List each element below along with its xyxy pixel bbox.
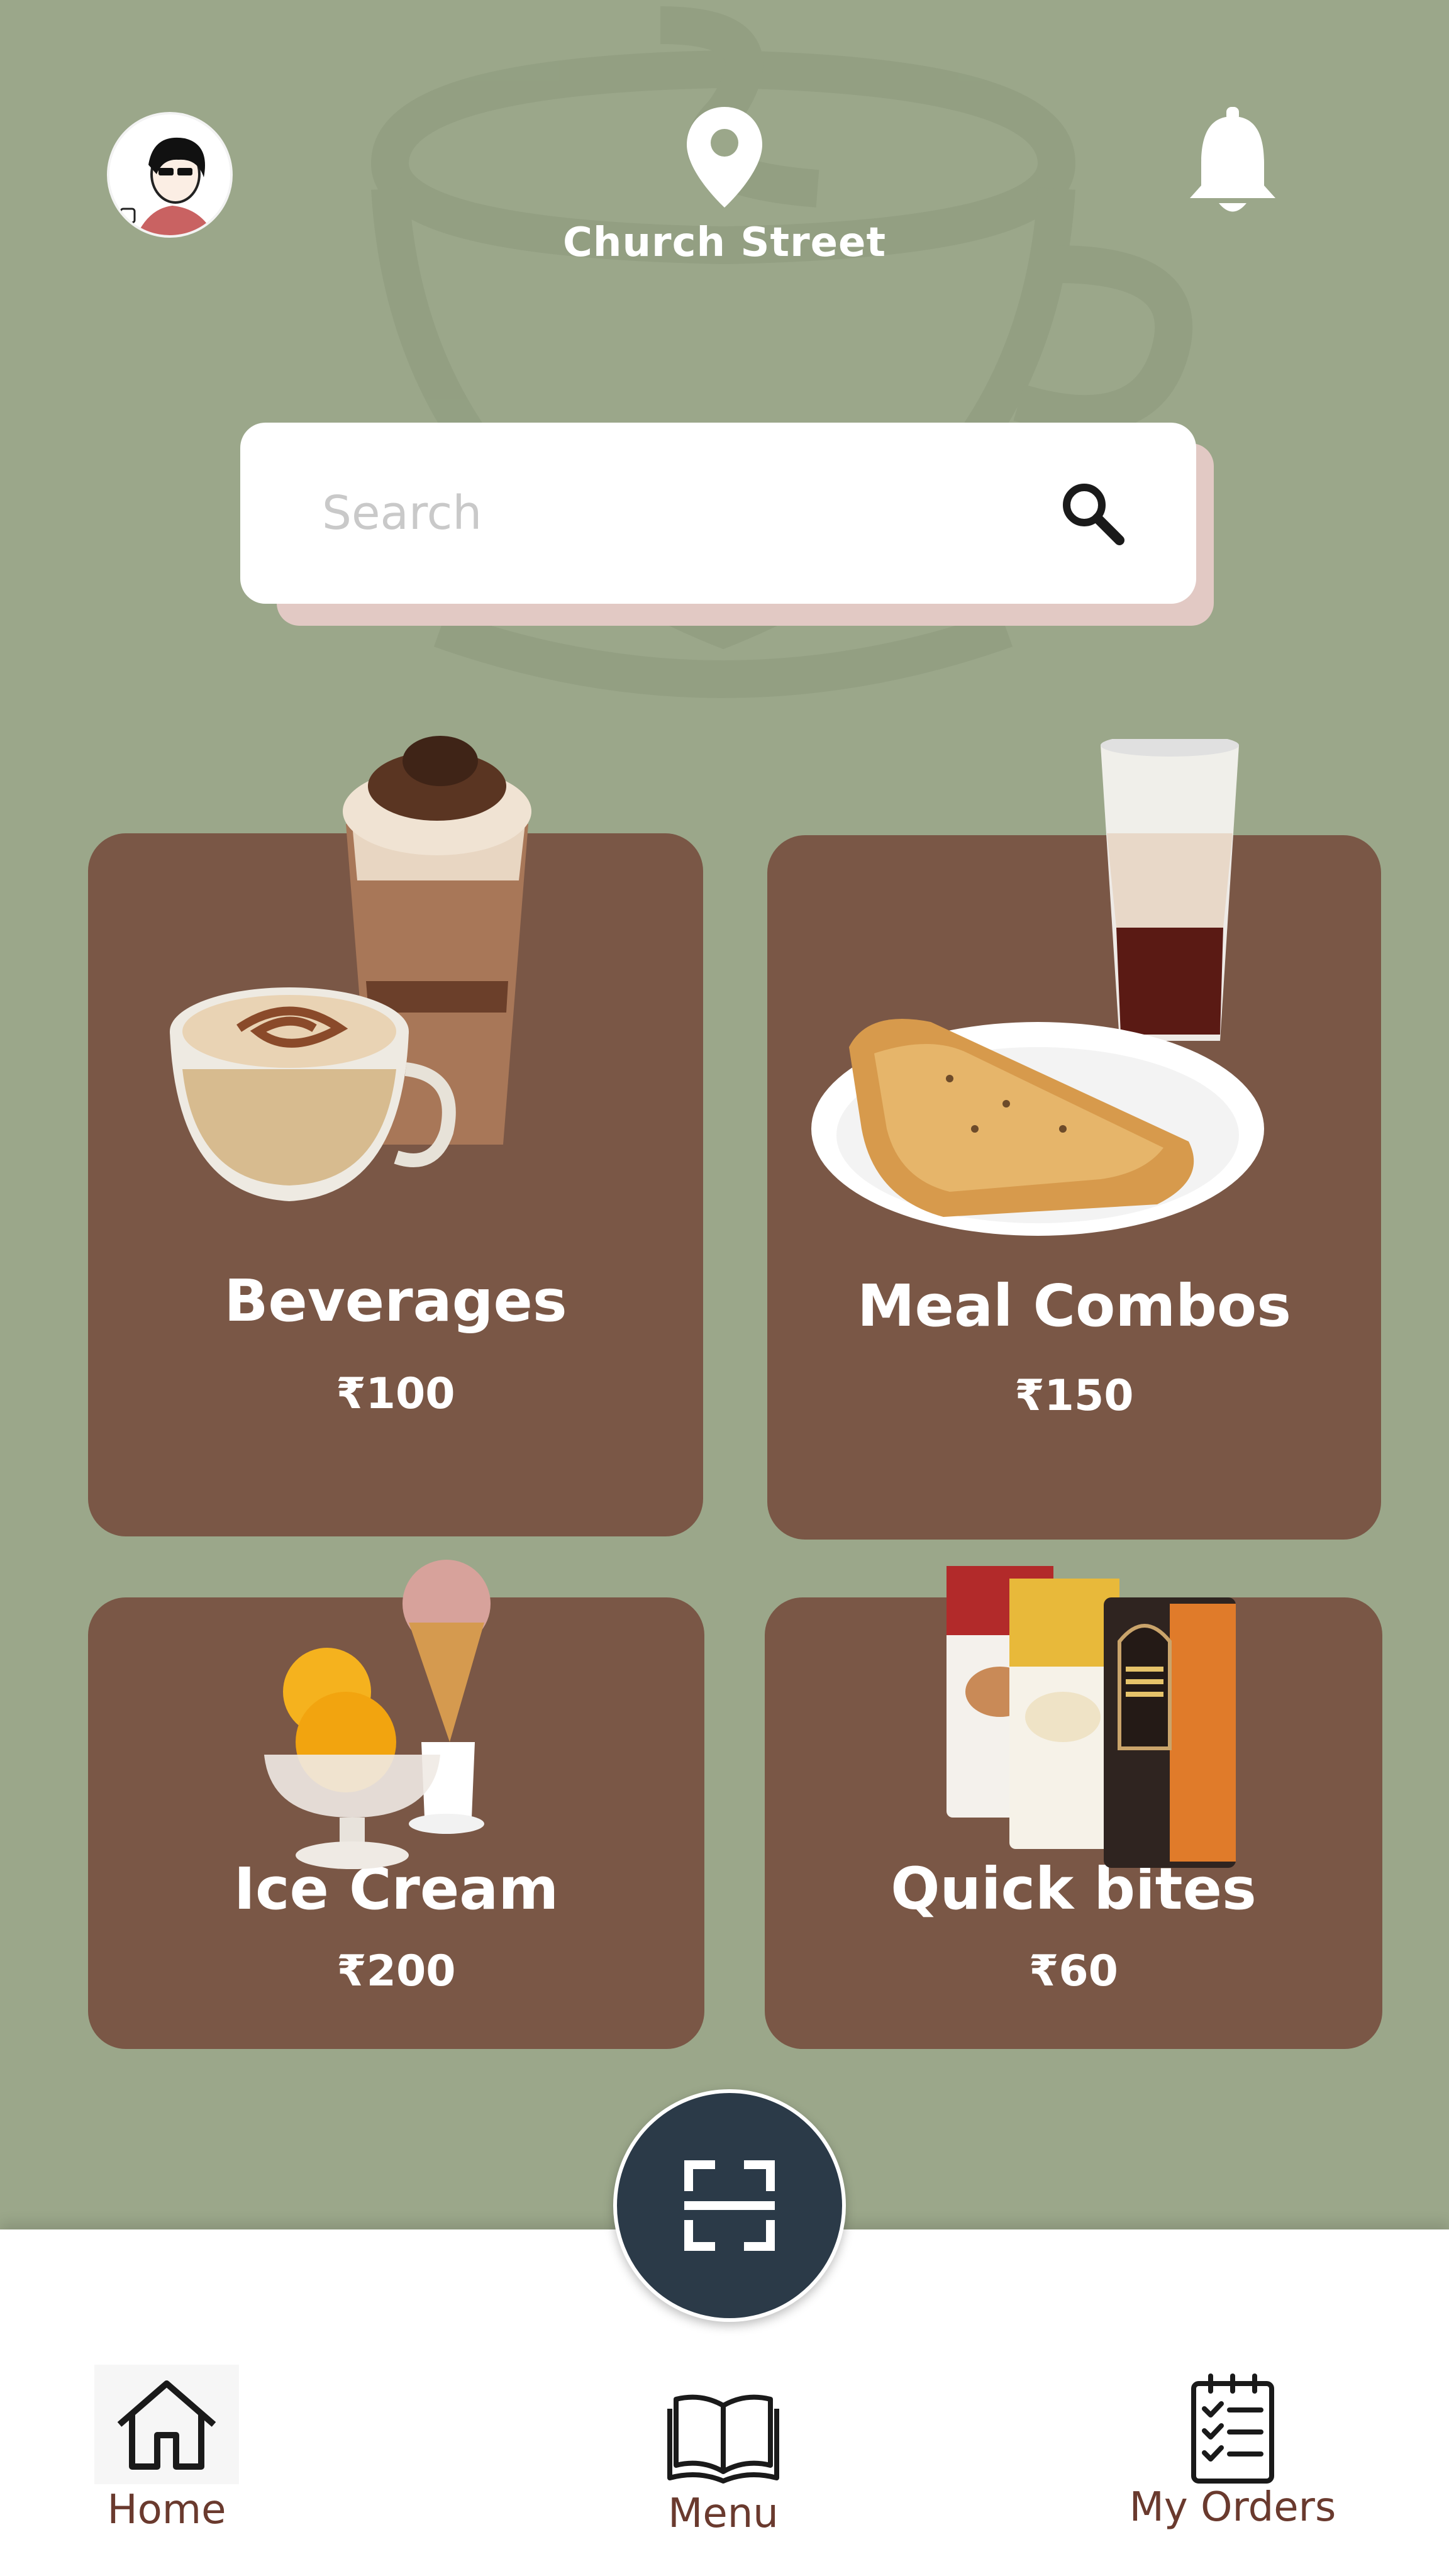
quick-bites-image (947, 1566, 1236, 1868)
bell-icon[interactable] (1182, 104, 1283, 217)
map-pin-icon (687, 107, 762, 208)
nav-label: Home (107, 2487, 226, 2533)
search-icon[interactable] (1058, 479, 1127, 548)
scan-button[interactable] (613, 2089, 846, 2322)
category-price: ₹100 (336, 1369, 455, 1419)
category-title: Beverages (224, 1267, 567, 1335)
avatar-illustration (109, 114, 230, 235)
checklist-icon (1191, 2373, 1274, 2484)
search-bar (240, 423, 1196, 604)
ice-cream-image (264, 1560, 491, 1869)
nav-my-orders[interactable]: My Orders (1107, 2371, 1358, 2531)
nav-label: Menu (668, 2490, 779, 2537)
scan-icon (684, 2160, 775, 2251)
nav-label: My Orders (1129, 2484, 1336, 2531)
category-price: ₹200 (336, 1946, 456, 1996)
category-price: ₹150 (1014, 1371, 1134, 1421)
category-title: Meal Combos (857, 1272, 1291, 1340)
home-icon (117, 2380, 216, 2470)
meal-combos-image (811, 739, 1264, 1236)
nav-home-icon-bg (94, 2365, 239, 2484)
location-selector[interactable]: Church Street (536, 104, 913, 267)
search-input[interactable] (322, 486, 1058, 540)
beverages-image (170, 736, 531, 1201)
nav-menu[interactable]: Menu (648, 2390, 799, 2537)
user-avatar[interactable] (107, 112, 233, 238)
nav-home[interactable]: Home (94, 2365, 239, 2533)
category-price: ₹60 (1029, 1946, 1118, 1996)
book-icon (667, 2394, 779, 2484)
location-label: Church Street (562, 219, 887, 266)
